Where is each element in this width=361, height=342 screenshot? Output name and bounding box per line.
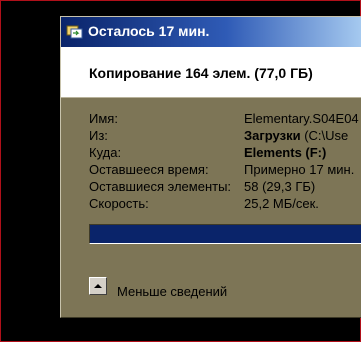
name-value: Elementary.S04E04 — [244, 111, 359, 126]
items-remaining-row: Оставшиеся элементы: 58 (29,3 ГБ) — [61, 179, 361, 196]
from-value[interactable]: Загрузки (C:\Use — [244, 128, 348, 143]
name-row: Имя: Elementary.S04E04 — [61, 111, 361, 128]
speed-row: Скорость: 25,2 МБ/сек. — [61, 196, 361, 213]
progress-bar — [89, 224, 361, 244]
window-title: Осталось 17 мин. — [88, 23, 210, 39]
to-label: Куда: — [89, 145, 122, 160]
copy-summary: Копирование 164 элем. (77,0 ГБ) — [89, 65, 313, 81]
from-row: Из: Загрузки (C:\Use — [61, 128, 361, 145]
copy-files-icon — [66, 25, 83, 39]
time-remaining-row: Оставшееся время: Примерно 17 мин. — [61, 162, 361, 179]
details-toggle-button[interactable] — [89, 277, 107, 295]
title-bar[interactable]: Осталось 17 мин. — [61, 17, 361, 47]
from-folder[interactable]: Загрузки — [244, 128, 301, 143]
items-remaining-label: Оставшиеся элементы: — [89, 179, 232, 194]
name-label: Имя: — [89, 111, 118, 126]
from-path: (C:\Use — [300, 128, 349, 143]
to-row: Куда: Elements (F:) — [61, 145, 361, 162]
header-panel: Копирование 164 элем. (77,0 ГБ) — [61, 47, 361, 98]
speed-label: Скорость: — [89, 196, 149, 211]
chevron-up-icon — [94, 284, 102, 288]
to-drive[interactable]: Elements (F:) — [244, 145, 326, 160]
details-toggle-label[interactable]: Меньше сведений — [117, 284, 227, 299]
copy-progress-dialog: Осталось 17 мин. Копирование 164 элем. (… — [60, 16, 361, 318]
time-remaining-label: Оставшееся время: — [89, 162, 209, 177]
from-label: Из: — [89, 128, 108, 143]
speed-value: 25,2 МБ/сек. — [244, 196, 319, 211]
progress-fill — [90, 225, 361, 243]
items-remaining-value: 58 (29,3 ГБ) — [244, 179, 316, 194]
time-remaining-value: Примерно 17 мин. — [244, 162, 355, 177]
